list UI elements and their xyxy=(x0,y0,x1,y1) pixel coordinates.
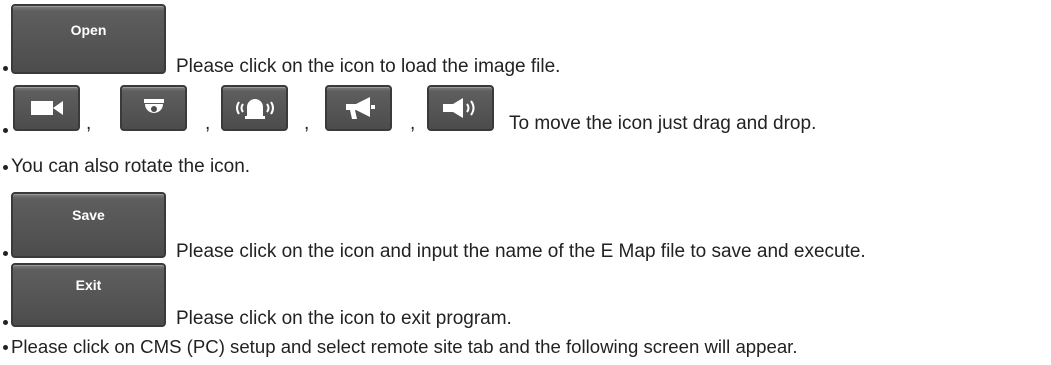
speaker-icon xyxy=(442,98,474,118)
camera-icon-button[interactable] xyxy=(13,85,80,131)
bullet xyxy=(3,66,8,71)
exit-instruction: Exit Please click on the icon to exit pr… xyxy=(0,263,1051,329)
save-description: Please click on the icon and input the n… xyxy=(176,241,866,262)
camera-icon xyxy=(30,101,63,115)
bullet xyxy=(3,128,8,133)
separator: , xyxy=(86,113,92,134)
save-instruction: Save Please click on the icon and input … xyxy=(0,192,1051,262)
bullet xyxy=(3,251,8,256)
open-description: Please click on the icon to load the ima… xyxy=(176,56,561,77)
separator: , xyxy=(205,113,211,134)
alarm-light-icon xyxy=(235,99,274,119)
exit-button[interactable]: Exit xyxy=(11,263,166,327)
cms-instruction: Please click on CMS (PC) setup and selec… xyxy=(0,335,1051,359)
separator: , xyxy=(410,113,416,134)
open-button[interactable]: Open xyxy=(11,4,166,74)
cms-description: Please click on CMS (PC) setup and selec… xyxy=(11,336,798,357)
megaphone-icon xyxy=(345,97,375,119)
alarm-light-icon-button[interactable] xyxy=(221,85,288,131)
bullet xyxy=(3,165,8,170)
exit-description: Please click on the icon to exit program… xyxy=(176,308,512,329)
save-button[interactable]: Save xyxy=(11,192,166,258)
separator: , xyxy=(304,113,310,134)
icons-description: To move the icon just drag and drop. xyxy=(509,113,817,134)
dome-camera-icon xyxy=(143,99,164,113)
megaphone-icon-button[interactable] xyxy=(325,85,392,131)
rotate-description: You can also rotate the icon. xyxy=(11,156,251,177)
icon-instruction: , , , , To move the icon just drag and d… xyxy=(0,85,1051,137)
bullet xyxy=(3,320,8,325)
dome-camera-icon-button[interactable] xyxy=(120,85,187,131)
rotate-instruction: You can also rotate the icon. xyxy=(0,155,1051,179)
bullet xyxy=(3,345,8,350)
open-instruction: Open Please click on the icon to load th… xyxy=(0,0,1051,77)
speaker-icon-button[interactable] xyxy=(427,85,494,131)
